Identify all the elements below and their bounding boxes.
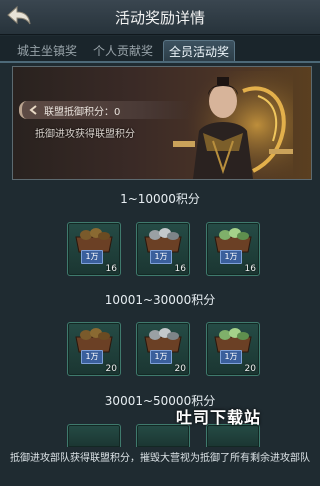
amount-badge: 1万 xyxy=(150,250,172,264)
amount-badge: 1万 xyxy=(150,350,172,364)
amount-badge: 1万 xyxy=(220,250,242,264)
amount-badge: 1万 xyxy=(81,350,103,364)
reward-quantity: 20 xyxy=(244,364,256,374)
reward-quantity: 16 xyxy=(105,264,117,274)
page-title: 活动奖励详情 xyxy=(114,9,205,27)
watermark-logo: 吐司下载站 xyxy=(176,408,262,427)
tier-3-title: 30001~50000积分 xyxy=(104,394,216,408)
tier-1-title: 1~10000积分 xyxy=(120,192,200,206)
alliance-score-label: 联盟抵御积分：0 xyxy=(44,107,121,118)
chevron-left-icon xyxy=(29,105,37,115)
header-bar: 活动奖励详情 xyxy=(0,0,320,35)
amount-badge: 1万 xyxy=(81,250,103,264)
tier-2-title: 10001~30000积分 xyxy=(104,293,216,307)
tab-personal-contribution[interactable]: 个人贡献奖 xyxy=(88,40,158,62)
event-banner: 联盟抵御积分：0 抵御进攻获得联盟积分 xyxy=(12,66,312,180)
tab-divider xyxy=(0,61,320,63)
footer-description: 抵御进攻部队获得联盟积分，摧毁大营视为抵御了所有剩余进攻部队 xyxy=(10,453,310,464)
general-portrait xyxy=(173,71,293,179)
reward-stone-tier1[interactable]: 1万 16 xyxy=(136,222,190,276)
reward-stone-tier2[interactable]: 1万 20 xyxy=(136,322,190,376)
reward-wood-tier1[interactable]: 1万 16 xyxy=(67,222,121,276)
reward-tier3-partial[interactable] xyxy=(67,424,121,447)
tab-bar: 城主坐镇奖 个人贡献奖 全员活动奖 xyxy=(0,36,320,63)
reward-quantity: 16 xyxy=(174,264,186,274)
tab-city-lord[interactable]: 城主坐镇奖 xyxy=(12,40,82,62)
reward-quantity: 20 xyxy=(105,364,117,374)
reward-quantity: 16 xyxy=(244,264,256,274)
tab-all-member[interactable]: 全员活动奖 xyxy=(163,40,235,63)
banner-description: 抵御进攻获得联盟积分 xyxy=(35,129,135,140)
reward-jade-tier1[interactable]: 1万 16 xyxy=(206,222,260,276)
reward-wood-tier2[interactable]: 1万 20 xyxy=(67,322,121,376)
amount-badge: 1万 xyxy=(220,350,242,364)
alliance-score-pill: 联盟抵御积分：0 xyxy=(19,101,192,119)
reward-jade-tier2[interactable]: 1万 20 xyxy=(206,322,260,376)
reward-quantity: 20 xyxy=(174,364,186,374)
